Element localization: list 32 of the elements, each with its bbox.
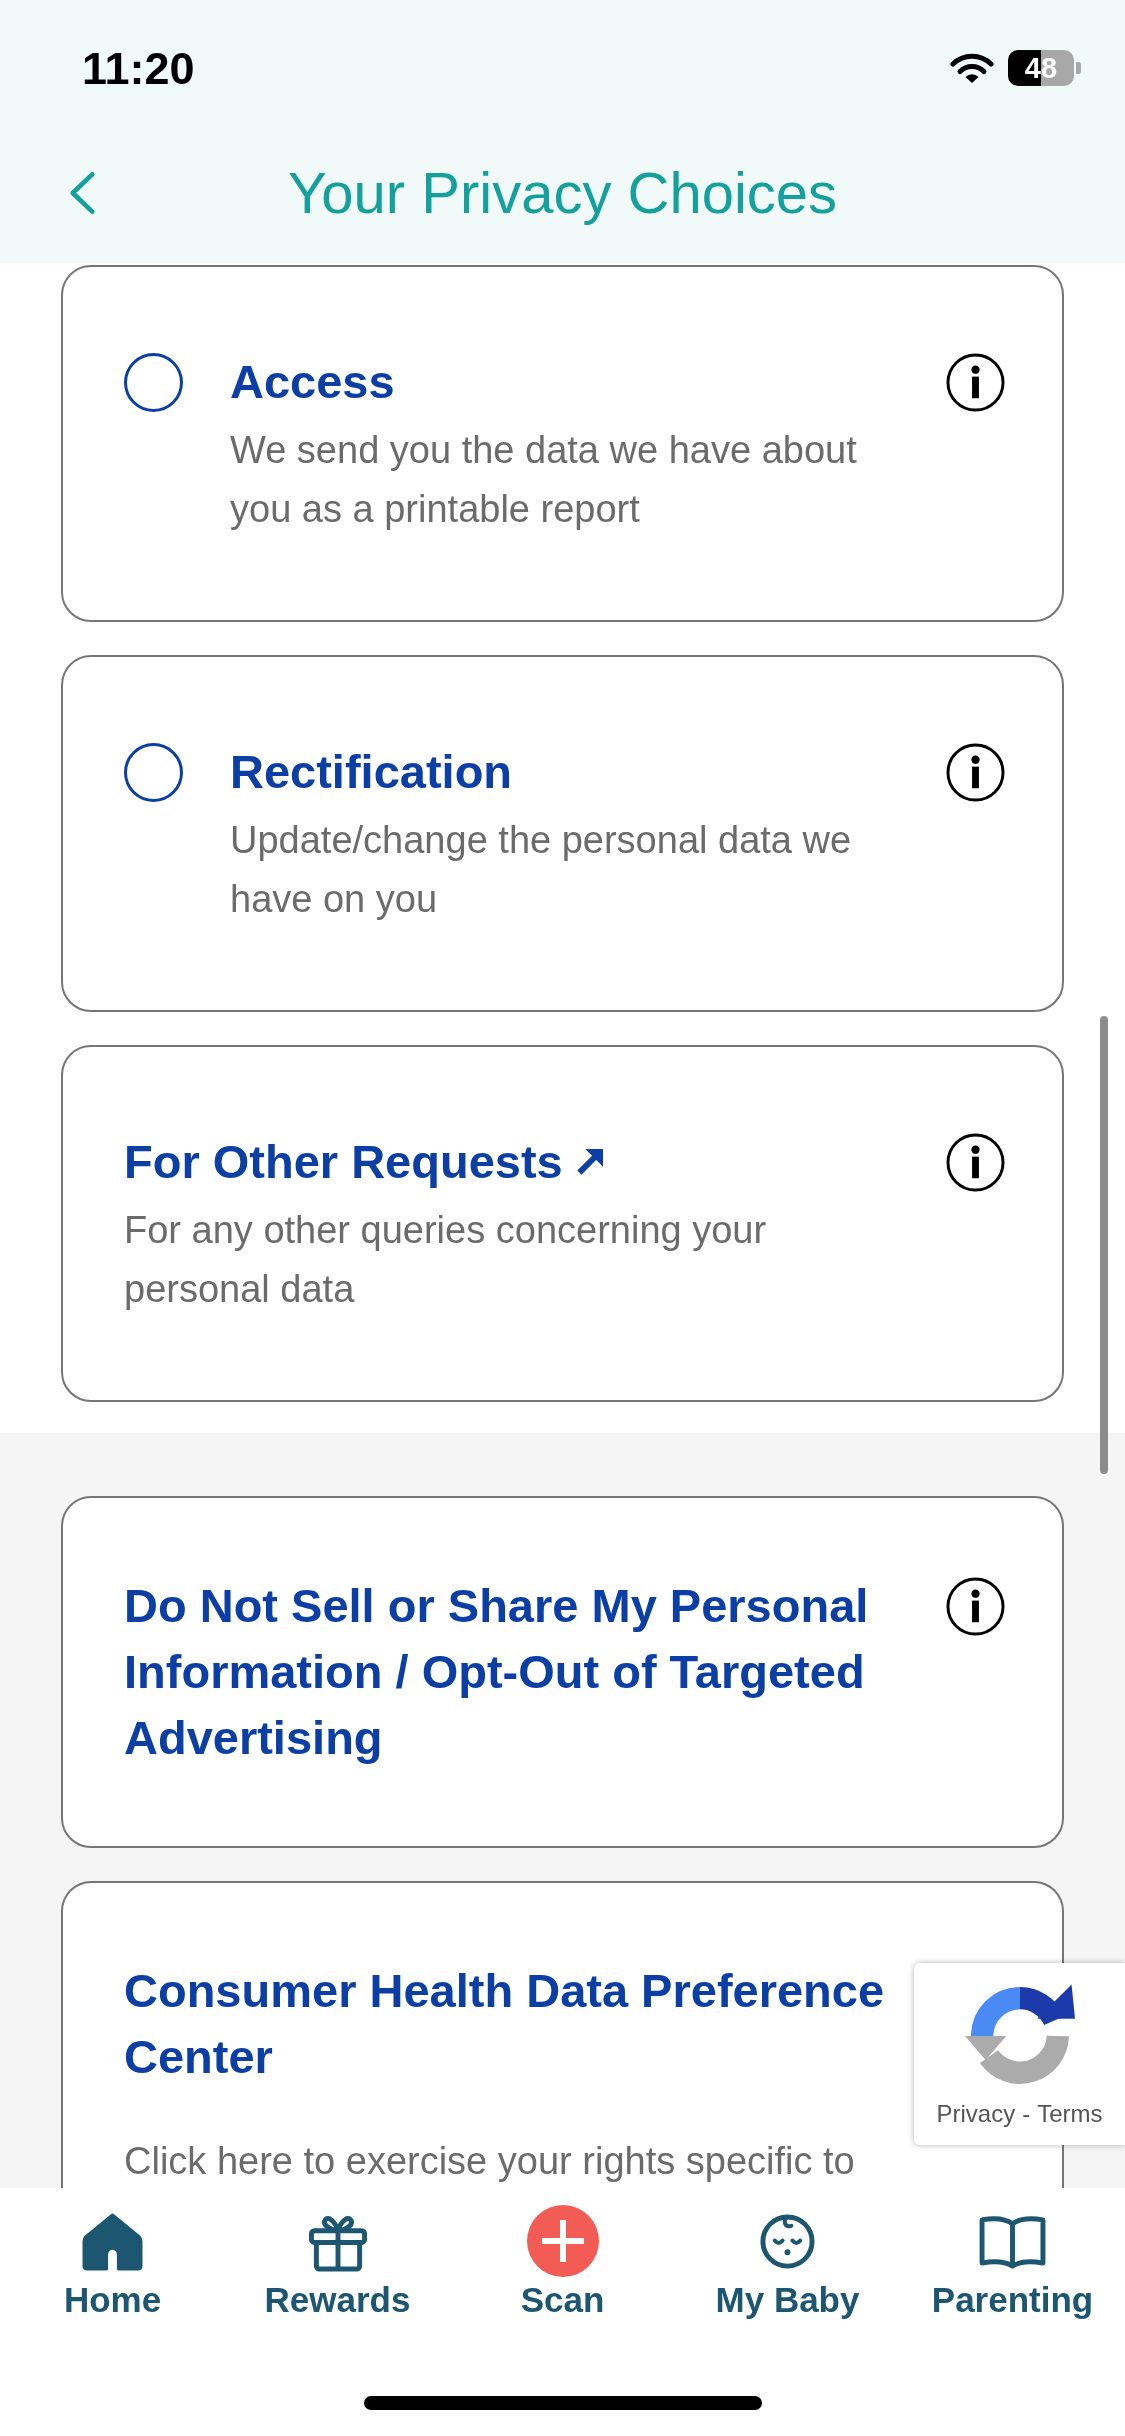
request-card[interactable]: Do Not Sell or Share My Personal Information / Opt-Out of Targeted Advertising — [61, 1496, 1064, 1848]
tab-bar-item[interactable]: Parenting — [931, 2205, 1094, 2321]
battery-percentage: 48 — [1008, 50, 1074, 86]
battery-tip-icon — [1076, 62, 1081, 74]
card-description: Click here to exercise your rights specific to — [124, 2139, 856, 2184]
info-icon[interactable] — [946, 742, 1005, 802]
request-card[interactable]: For Other Requests For any other queries concerning your personal data — [61, 1045, 1064, 1402]
request-card[interactable]: Rectification Update/change the personal data we have on you — [61, 655, 1064, 1012]
option-title: Rectification — [230, 743, 513, 800]
wifi-icon — [950, 52, 994, 84]
option-title: Access — [230, 353, 395, 410]
page-title: Your Privacy Choices — [287, 159, 838, 227]
request-card[interactable]: Access We send you the data we have about you as a printable report — [61, 265, 1064, 622]
radio-button[interactable] — [124, 352, 183, 412]
card-description: Update/change the personal data we have on you — [230, 817, 853, 922]
tab-bar-item[interactable]: My Baby — [715, 2205, 860, 2321]
request-link[interactable]: For Other Requests — [124, 1128, 563, 1195]
chevron-left-icon — [68, 171, 96, 215]
request-link[interactable]: Consumer Health Data Preference Center — [124, 1958, 916, 2090]
tab-bar-item[interactable]: Scan — [520, 2205, 605, 2321]
tab-bar-item[interactable]: Rewards — [264, 2205, 411, 2321]
info-icon[interactable] — [946, 352, 1005, 412]
status-time: 11:20 — [82, 45, 195, 91]
tab-bar-item[interactable]: Home — [63, 2205, 162, 2321]
card-description: For any other queries concerning your personal data — [124, 1207, 768, 1312]
badge-link[interactable]: Privacy — [936, 2099, 1016, 2129]
info-icon[interactable] — [946, 1577, 1005, 1636]
separator-text: - — [1022, 2099, 1031, 2129]
card-description: We send you the data we have about you as a printable report — [230, 427, 858, 532]
radio-button[interactable] — [124, 742, 183, 802]
request-link[interactable]: Do Not Sell or Share My Personal Information / Opt-Out of Targeted Advertising — [124, 1573, 916, 1771]
info-icon[interactable] — [946, 1132, 1005, 1192]
